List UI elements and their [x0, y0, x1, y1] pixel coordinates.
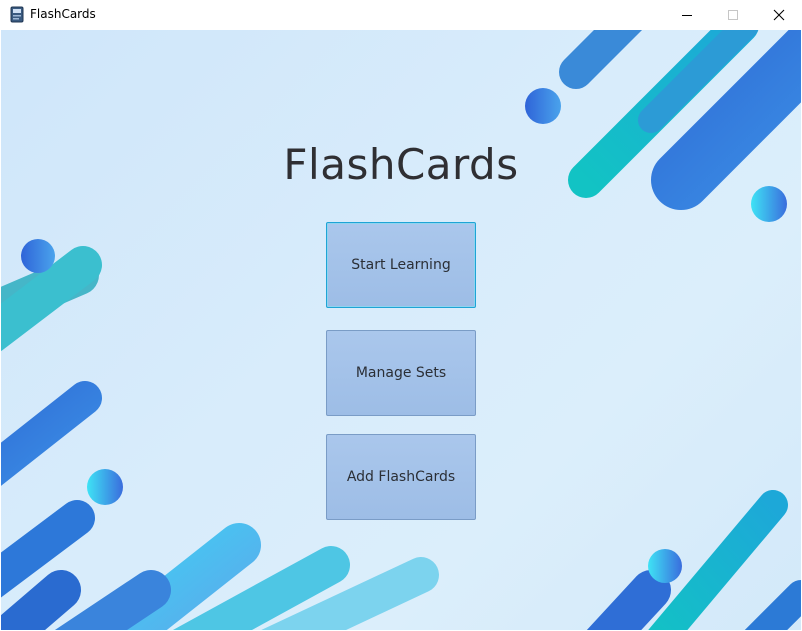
maximize-icon: [728, 10, 738, 20]
bottom-left-shapes: [1, 523, 439, 630]
app-window: FlashCards FlashCards Start Learning Man…: [0, 0, 802, 631]
top-right-shapes: [525, 30, 801, 222]
title-bar[interactable]: FlashCards: [0, 0, 802, 30]
maximize-button[interactable]: [710, 0, 756, 30]
app-heading: FlashCards: [283, 140, 519, 189]
left-shapes: [1, 239, 123, 598]
start-learning-button[interactable]: Start Learning: [326, 222, 476, 308]
window-title: FlashCards: [30, 7, 96, 21]
main-panel: FlashCards Start Learning Manage Sets Ad…: [1, 30, 801, 630]
close-button[interactable]: [756, 0, 802, 30]
minimize-button[interactable]: [664, 0, 710, 30]
manage-sets-button[interactable]: Manage Sets: [326, 330, 476, 416]
flashcards-app-icon: [10, 6, 24, 23]
minimize-icon: [682, 15, 692, 16]
bottom-right-shapes: [586, 490, 801, 630]
add-flashcards-button[interactable]: Add FlashCards: [326, 434, 476, 520]
close-icon: [773, 9, 785, 21]
